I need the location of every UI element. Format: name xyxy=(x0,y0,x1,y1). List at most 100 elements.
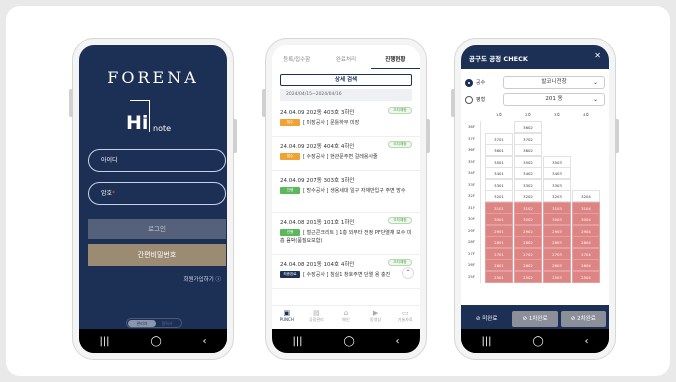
phone-punch-list: 등록/접수함 완료처리 진행현황 상세 검색 2024/04/15~2024/0… xyxy=(262,38,430,360)
unit-cell[interactable]: 3101 xyxy=(485,201,513,214)
unit-cell[interactable]: 2804 xyxy=(572,236,600,248)
unit-cell[interactable]: 2702 xyxy=(514,247,542,260)
unit-cell[interactable]: 2602 xyxy=(514,259,542,271)
unit-cell[interactable]: 3602 xyxy=(514,121,542,133)
signup-link[interactable]: 회원가입하기 ⓘ xyxy=(183,275,221,283)
floor-label: 28F xyxy=(463,236,481,248)
unit-cell[interactable]: 3303 xyxy=(543,178,571,191)
unit-cell[interactable]: 2703 xyxy=(543,247,571,260)
incomplete-button[interactable]: ⊘ 미완료 xyxy=(464,311,510,327)
phone-login: FORENA Hi note 아이디 암호* 로그인 간편비밀번호 회원가입하기… xyxy=(69,38,237,360)
unit-cell[interactable]: 3503 xyxy=(543,155,571,168)
stage-tag: 최종완료 xyxy=(280,271,300,278)
floor-label: 30F xyxy=(463,213,481,225)
unit-cell[interactable]: 3004 xyxy=(572,213,600,225)
building-radio[interactable] xyxy=(465,96,473,104)
unit-cell[interactable]: 3103 xyxy=(543,201,571,214)
building-select[interactable]: 201 동 ⌄ xyxy=(503,93,605,106)
toggle-admin[interactable]: 관리자 xyxy=(128,320,156,327)
unit-cell[interactable]: 3601 xyxy=(485,144,513,156)
unit-cell[interactable]: 2501 xyxy=(485,270,513,283)
back-icon[interactable]: ‹ xyxy=(396,336,400,347)
scroll-top-button[interactable]: ⌃ xyxy=(402,267,414,279)
unit-cell[interactable]: 3401 xyxy=(485,167,513,179)
unit-cell[interactable]: 2603 xyxy=(543,259,571,271)
tab-progress[interactable]: 진행현황 xyxy=(370,53,420,69)
list-item[interactable]: 24.04.09 202동 404호 4하인 조치예정 접수[ 수장공사 ] 현… xyxy=(272,137,420,171)
stage-tag: 접수 xyxy=(280,153,300,160)
unit-cell[interactable]: 3701 xyxy=(485,132,513,145)
nav-punch[interactable]: ▣ PUNCH xyxy=(272,306,302,329)
tab-registered[interactable]: 등록/접수함 xyxy=(272,53,321,69)
column-header: 1호 xyxy=(496,112,502,117)
unit-cell[interactable]: 3201 xyxy=(485,190,513,202)
unit-cell[interactable]: 3302 xyxy=(514,178,542,191)
first-complete-button[interactable]: ⊘ 1차완료 xyxy=(512,311,558,327)
item-text: [ 수장공사 ] 현관문주변 걸레용사줄 xyxy=(303,154,378,160)
unit-cell[interactable]: 2904 xyxy=(572,224,600,237)
list-item[interactable]: 24.04.09 207동 303호 3하인 진행[ 방수공사 ] 생용세대 일… xyxy=(272,171,420,213)
unit-cell[interactable]: 3501 xyxy=(485,155,513,168)
unit-cell[interactable]: 2704 xyxy=(572,247,600,260)
unit-cell[interactable]: 2901 xyxy=(485,224,513,237)
unit-cell[interactable]: 2503 xyxy=(543,270,571,283)
unit-cell[interactable]: 3502 xyxy=(514,155,542,168)
unit-cell[interactable]: 2903 xyxy=(543,224,571,237)
home-icon[interactable]: ◯ xyxy=(343,336,354,347)
unit-cell[interactable]: 3003 xyxy=(543,213,571,225)
stage-tag: 접수 xyxy=(280,119,300,126)
nav-docs[interactable]: ▭ 기술자료 xyxy=(390,306,420,329)
unit-cell[interactable]: 2902 xyxy=(514,224,542,237)
back-icon[interactable]: ‹ xyxy=(203,336,207,347)
close-icon[interactable]: ✕ xyxy=(594,51,601,60)
login-button[interactable]: 로그인 xyxy=(88,219,226,239)
list-item[interactable]: 24.04.09 202동 403호 3하인 조치예정 접수[ 미장공사 ] 문… xyxy=(272,103,420,137)
unit-cell[interactable]: 2803 xyxy=(543,236,571,248)
unit-cell[interactable]: 3203 xyxy=(543,190,571,202)
unit-cell[interactable]: 3104 xyxy=(572,201,600,214)
id-field[interactable]: 아이디 xyxy=(88,149,226,172)
list-item[interactable]: 24.04.08 201동 104호 4하인 조치예정 최종완료[ 수장공사 ]… xyxy=(272,255,420,289)
second-complete-button[interactable]: ⊘ 2차완료 xyxy=(560,311,606,327)
item-header: 24.04.08 201동 104호 4하인 xyxy=(280,262,355,268)
unit-cell[interactable]: 2604 xyxy=(572,259,600,271)
column-header: 2호 xyxy=(525,112,531,117)
detail-search-button[interactable]: 상세 검색 xyxy=(280,74,412,86)
unit-cell[interactable]: 2701 xyxy=(485,247,513,260)
unit-cell[interactable]: 3102 xyxy=(514,201,542,214)
recent-apps-icon[interactable]: ||| xyxy=(99,336,109,347)
back-icon[interactable]: ‹ xyxy=(585,336,589,347)
list-item[interactable]: 24.04.08 201동 101호 1하인 조치예정 진행[ 철근콘크리트 ]… xyxy=(272,213,420,255)
date-range[interactable]: 2024/04/15~2024/04/16 xyxy=(280,89,412,101)
unit-cell[interactable]: 3301 xyxy=(485,178,513,191)
home-icon[interactable]: ◯ xyxy=(150,336,161,347)
home-icon[interactable]: ◯ xyxy=(532,336,543,347)
unit-cell[interactable]: 2802 xyxy=(514,236,542,248)
unit-cell[interactable]: 3001 xyxy=(485,213,513,225)
unit-cell[interactable]: 3402 xyxy=(514,167,542,179)
role-toggle[interactable]: 관리자 협력사 xyxy=(126,318,182,328)
unit-cell[interactable]: 2601 xyxy=(485,259,513,271)
unit-cell[interactable]: 3602 xyxy=(514,144,542,156)
nav-process[interactable]: ▤ 공정관리 xyxy=(302,306,332,329)
work-type-select[interactable]: 발코니전창 ⌄ xyxy=(503,76,605,89)
phone-side-button xyxy=(69,89,73,117)
toggle-partner[interactable]: 협력사 xyxy=(155,320,179,327)
simple-password-button[interactable]: 간편비밀번호 xyxy=(88,244,226,266)
unit-cell[interactable]: 3403 xyxy=(543,167,571,179)
unit-cell[interactable]: 3002 xyxy=(514,213,542,225)
unit-cell[interactable]: 2504 xyxy=(572,270,600,283)
work-type-radio[interactable] xyxy=(465,79,473,87)
recent-apps-icon[interactable]: ||| xyxy=(481,336,491,347)
phone-side-button xyxy=(262,89,266,117)
recent-apps-icon[interactable]: ||| xyxy=(292,336,302,347)
unit-cell[interactable]: 3702 xyxy=(514,132,542,145)
unit-cell[interactable]: 2801 xyxy=(485,236,513,248)
nav-main[interactable]: ⌂ 메인 xyxy=(331,306,361,329)
tab-completed[interactable]: 완료처리 xyxy=(321,53,370,69)
unit-cell[interactable]: 3202 xyxy=(514,190,542,202)
unit-cell[interactable]: 2502 xyxy=(514,270,542,283)
unit-cell[interactable]: 3204 xyxy=(572,190,600,202)
password-field[interactable]: 암호* xyxy=(88,182,226,205)
nav-video[interactable]: ▶ 동영상 xyxy=(361,306,391,329)
